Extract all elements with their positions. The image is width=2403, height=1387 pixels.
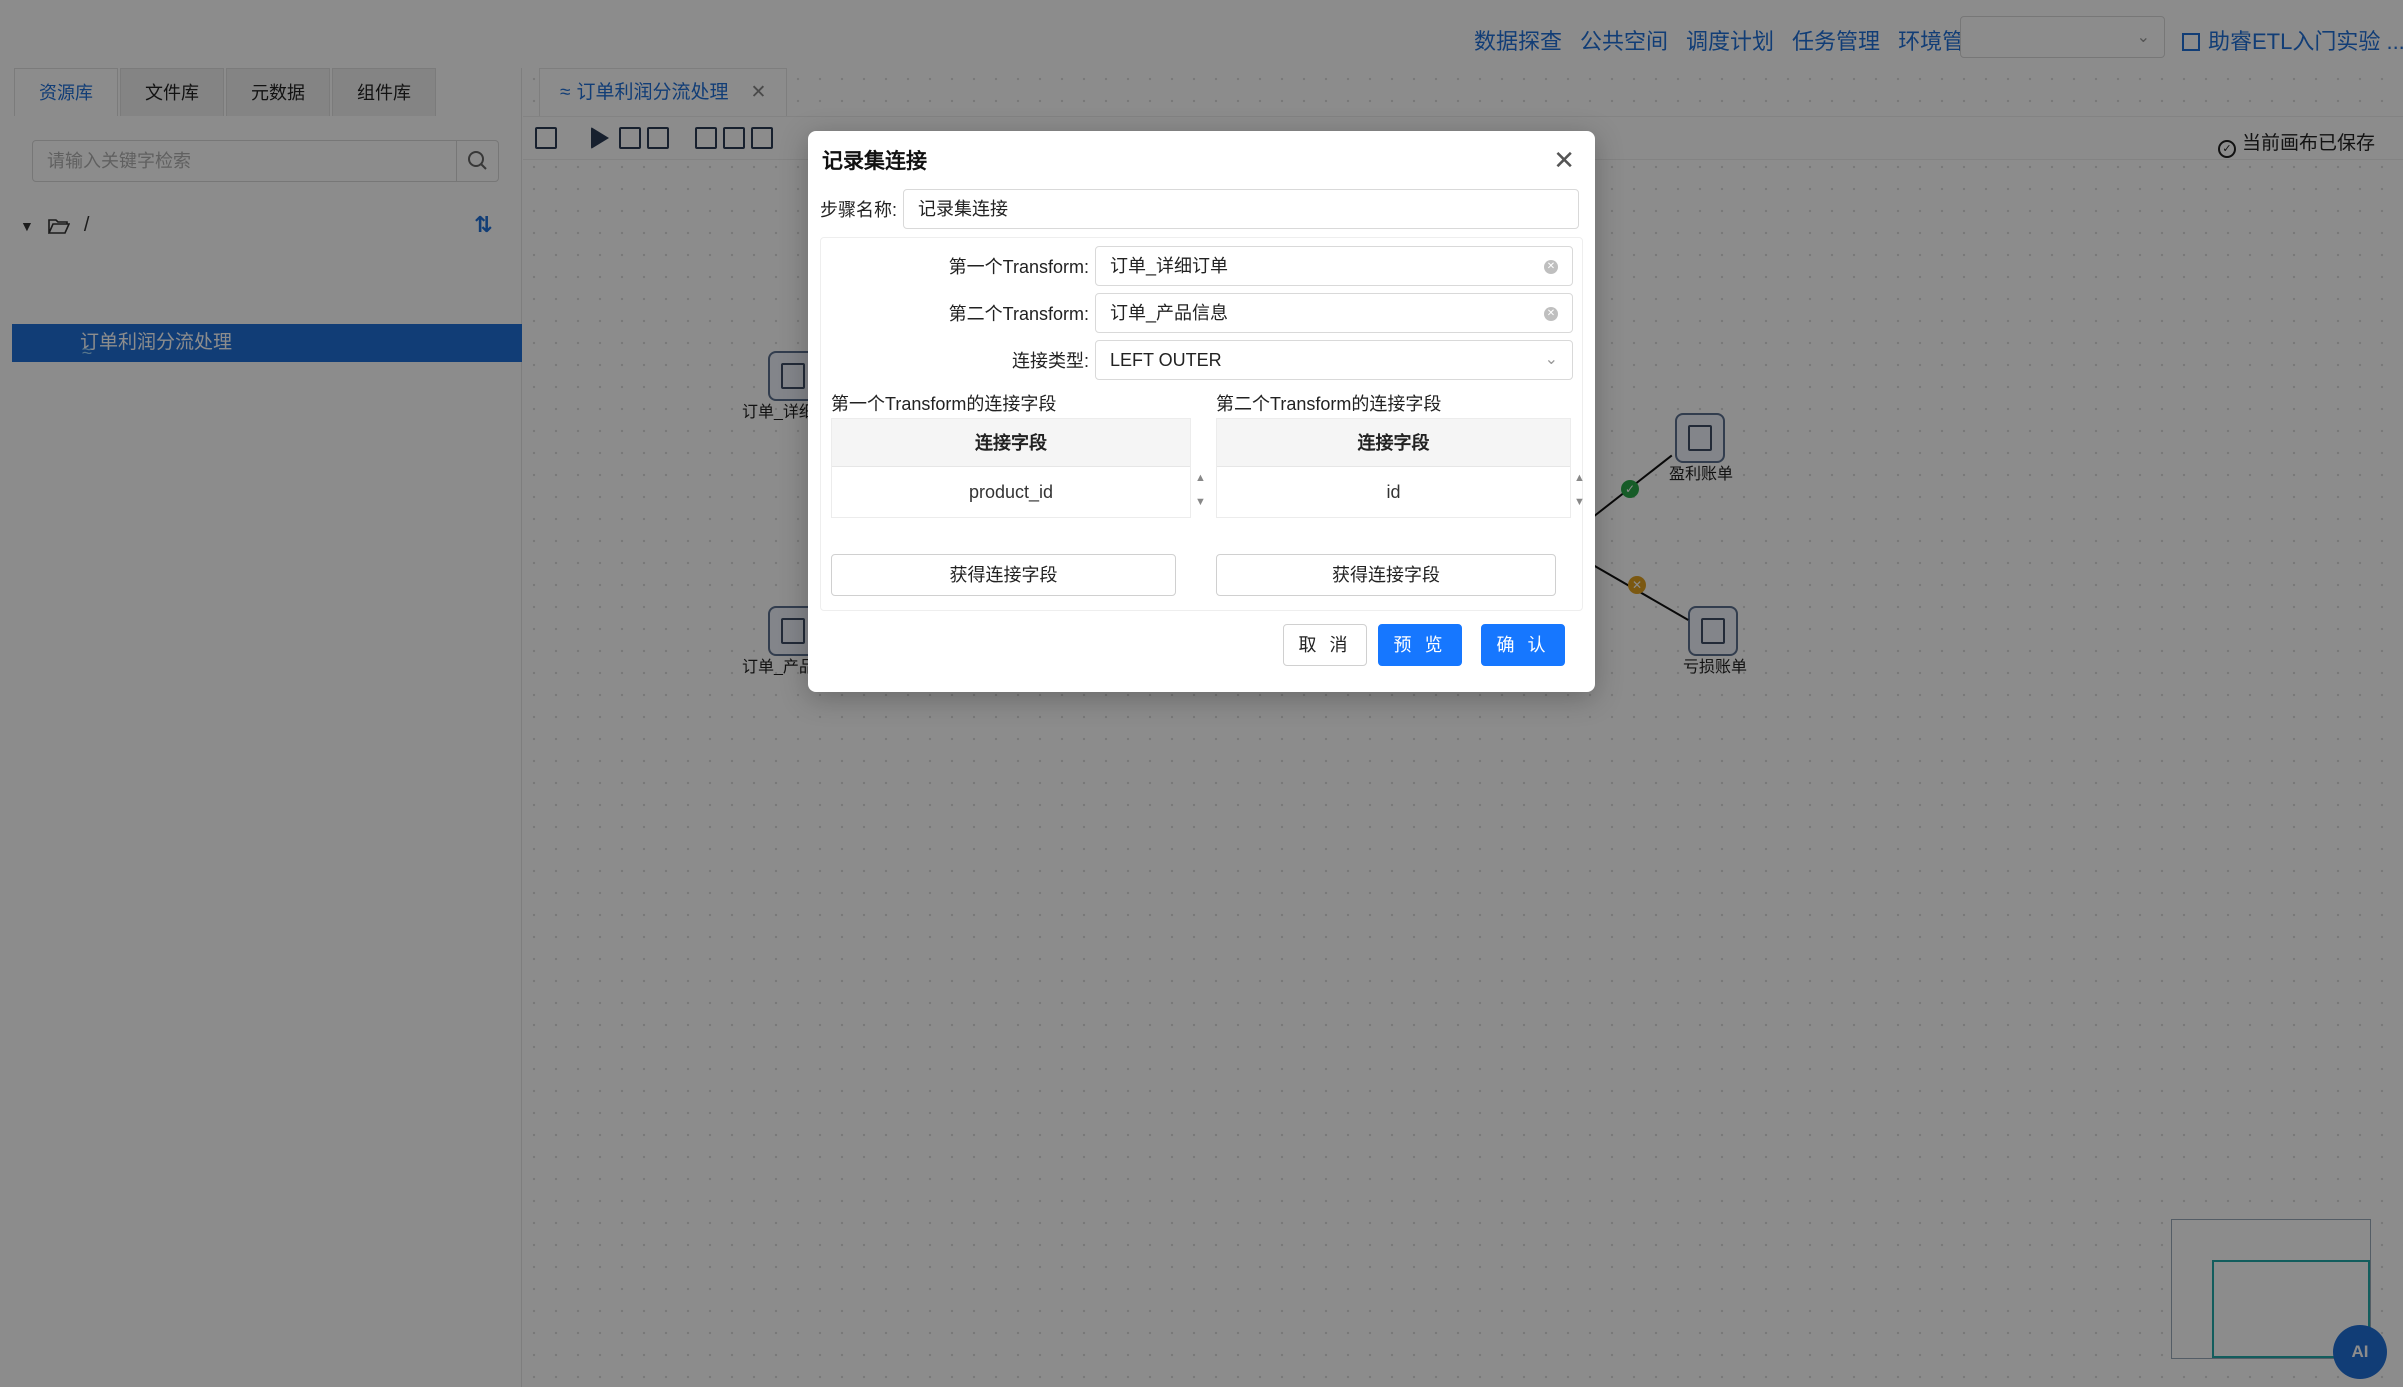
get-right-join-fields-button[interactable]: 获得连接字段	[1216, 554, 1556, 596]
left-join-fields-label: 第一个Transform的连接字段	[831, 394, 1057, 414]
second-transform-value: 订单_产品信息	[1110, 303, 1229, 323]
second-transform-label: 第二个Transform:	[948, 304, 1089, 324]
join-type-value: LEFT OUTER	[1110, 350, 1222, 370]
first-transform-row: 第一个Transform: 订单_详细订单 ✕	[821, 246, 1573, 286]
first-transform-select[interactable]: 订单_详细订单 ✕	[1095, 246, 1573, 286]
left-grid-header: 连接字段	[832, 419, 1190, 467]
left-join-fields-grid: 连接字段 product_id	[831, 418, 1191, 518]
join-type-row: 连接类型: LEFT OUTER ⌄	[821, 340, 1573, 380]
second-transform-select[interactable]: 订单_产品信息 ✕	[1095, 293, 1573, 333]
step-name-label: 步骤名称:	[820, 200, 898, 220]
get-left-join-fields-button[interactable]: 获得连接字段	[831, 554, 1176, 596]
step-name-row: 步骤名称: 记录集连接	[820, 189, 1580, 229]
join-type-select[interactable]: LEFT OUTER ⌄	[1095, 340, 1573, 380]
right-join-fields-label: 第二个Transform的连接字段	[1216, 394, 1442, 414]
record-join-dialog: 记录集连接 ✕ 步骤名称: 记录集连接 第一个Transform: 订单_详细订…	[808, 131, 1595, 692]
clear-icon[interactable]: ✕	[1544, 307, 1558, 321]
dialog-title: 记录集连接	[822, 150, 927, 173]
right-grid-cell[interactable]: id	[1217, 467, 1570, 517]
cancel-button[interactable]: 取 消	[1283, 624, 1367, 666]
join-type-label: 连接类型:	[1011, 351, 1089, 371]
right-grid-header: 连接字段	[1217, 419, 1570, 467]
left-grid-scroll[interactable]: ▲ ▼	[1195, 466, 1206, 514]
join-settings-panel: 第一个Transform: 订单_详细订单 ✕ 第二个Transform: 订单…	[820, 237, 1585, 611]
left-grid-cell[interactable]: product_id	[832, 467, 1190, 517]
second-transform-row: 第二个Transform: 订单_产品信息 ✕	[821, 293, 1573, 333]
right-grid-scroll[interactable]: ▲ ▼	[1574, 466, 1585, 514]
step-name-input[interactable]: 记录集连接	[903, 189, 1580, 229]
first-transform-label: 第一个Transform:	[948, 257, 1089, 277]
clear-icon[interactable]: ✕	[1544, 260, 1558, 274]
right-join-fields-grid: 连接字段 id	[1216, 418, 1571, 518]
chevron-down-icon: ⌄	[1544, 351, 1558, 368]
close-icon[interactable]: ✕	[1553, 145, 1575, 176]
first-transform-value: 订单_详细订单	[1110, 256, 1229, 276]
preview-button[interactable]: 预 览	[1378, 624, 1462, 666]
confirm-button[interactable]: 确 认	[1481, 624, 1565, 666]
